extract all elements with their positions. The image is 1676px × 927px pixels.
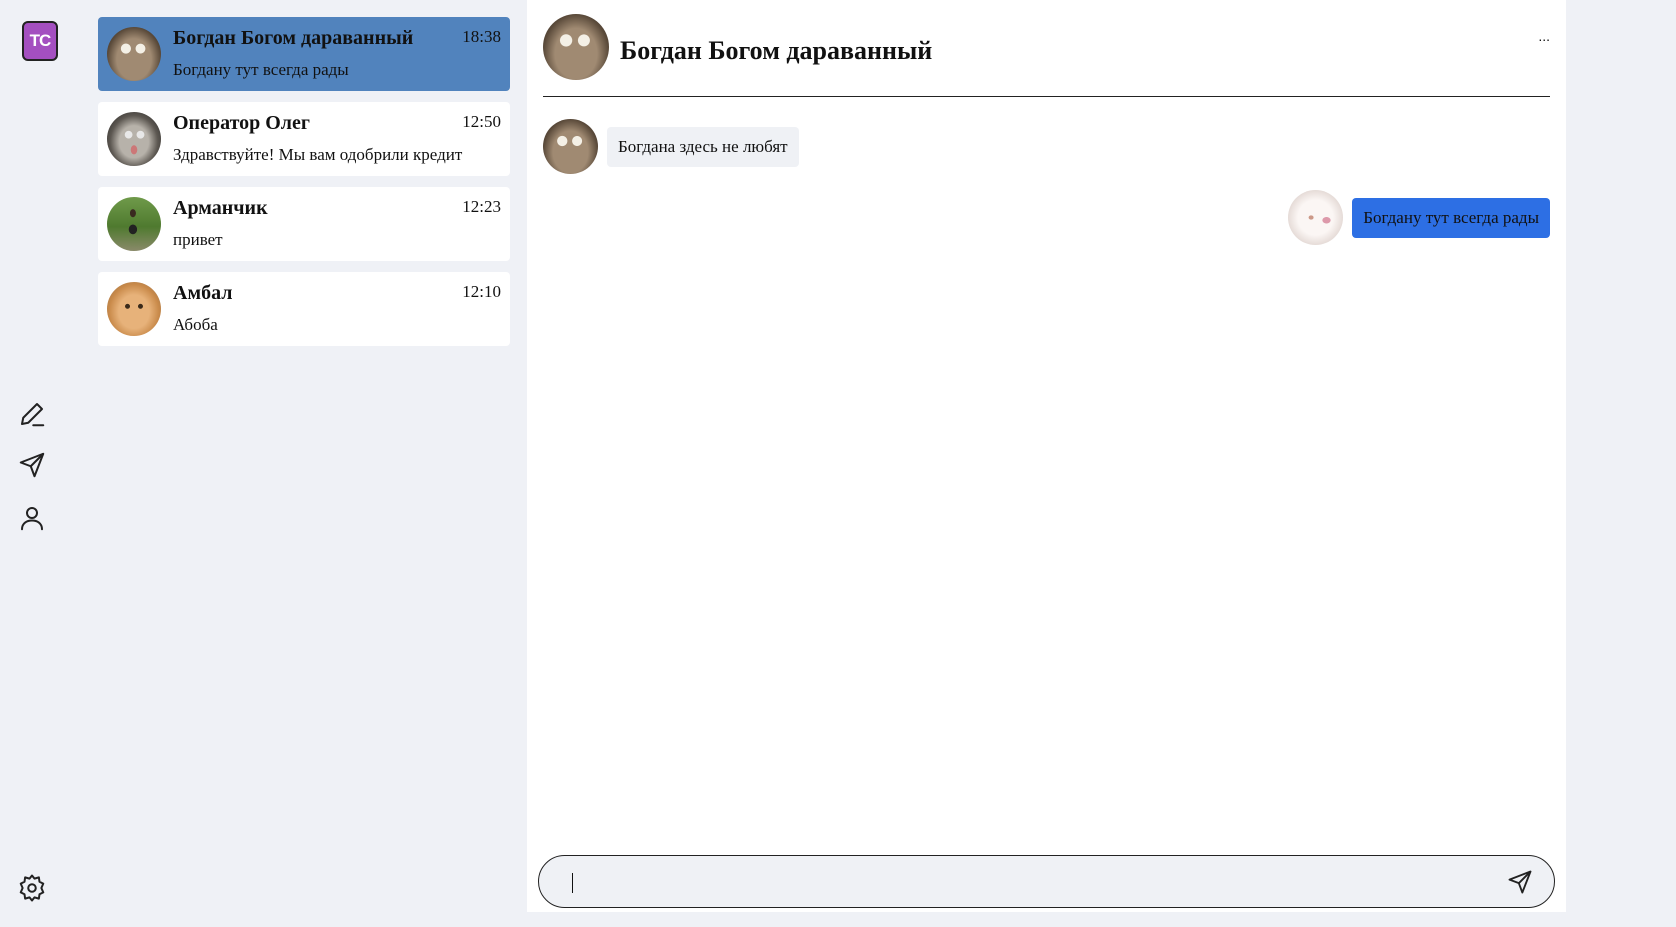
chat-list-item[interactable]: Арманчик 12:23 привет	[98, 187, 510, 261]
text-caret	[572, 873, 573, 893]
chat-time: 12:50	[462, 112, 501, 131]
chat-preview: Богдану тут всегда рады	[173, 60, 349, 79]
more-options-button[interactable]: ...	[1538, 28, 1550, 44]
chat-list-item[interactable]: Оператор Олег 12:50 Здравствуйте! Мы вам…	[98, 102, 510, 176]
own-avatar	[1288, 190, 1344, 245]
message-input[interactable]	[569, 867, 1499, 897]
send-icon	[1508, 870, 1532, 894]
message-outgoing: Богдану тут всегда рады	[1288, 190, 1550, 245]
conversation-header: Богдан Богом дараванный ...	[543, 14, 1550, 97]
chat-preview: привет	[173, 230, 223, 249]
avatar	[107, 112, 161, 166]
contact-avatar[interactable]	[543, 14, 609, 80]
avatar	[107, 282, 161, 336]
pencil-icon	[21, 403, 45, 427]
sender-avatar	[543, 119, 598, 174]
chat-name: Оператор Олег	[173, 112, 310, 134]
message-bubble: Богдану тут всегда рады	[1352, 197, 1550, 238]
chat-preview: Здравствуйте! Мы вам одобрили кредит	[173, 145, 463, 164]
chat-time: 18:38	[462, 27, 501, 46]
message-composer	[538, 855, 1555, 908]
chat-list-item[interactable]: Амбал 12:10 Абоба	[98, 272, 510, 346]
chat-name: Богдан Богом дараванный	[173, 27, 414, 49]
avatar	[107, 197, 161, 251]
message-bubble: Богдана здесь не любят	[607, 126, 799, 167]
chat-preview: Абоба	[173, 315, 218, 334]
profile-button[interactable]	[16, 502, 48, 534]
chat-name: Амбал	[173, 282, 233, 304]
messages-button[interactable]	[16, 449, 48, 481]
nav-rail: TC	[0, 0, 80, 927]
send-icon	[19, 452, 45, 478]
compose-button[interactable]	[16, 398, 48, 430]
user-icon	[21, 507, 43, 531]
chat-name: Арманчик	[173, 197, 268, 219]
chat-time: 12:23	[462, 197, 501, 216]
send-button[interactable]	[1504, 866, 1536, 898]
conversation-title: Богдан Богом дараванный	[620, 36, 933, 65]
avatar	[107, 27, 161, 81]
conversation-panel: Богдан Богом дараванный ... Богдана здес…	[527, 0, 1566, 912]
gear-icon	[19, 874, 45, 902]
message-incoming: Богдана здесь не любят	[543, 119, 799, 174]
settings-button[interactable]	[16, 872, 48, 904]
chat-list-item[interactable]: Богдан Богом дараванный 18:38 Богдану ту…	[98, 17, 510, 91]
chat-time: 12:10	[462, 282, 501, 301]
app-logo[interactable]: TC	[22, 21, 58, 61]
chat-list: Богдан Богом дараванный 18:38 Богдану ту…	[98, 17, 510, 357]
